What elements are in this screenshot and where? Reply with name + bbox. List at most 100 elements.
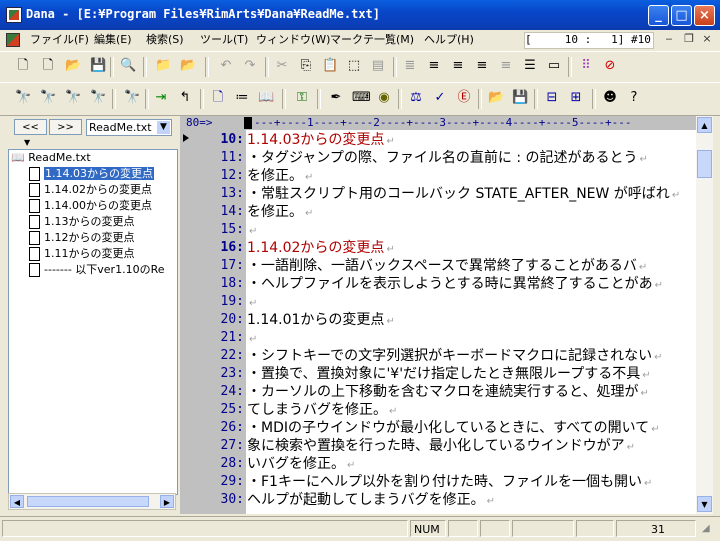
editor-line[interactable]: ↵ — [247, 293, 257, 311]
open-icon[interactable]: 📁 — [155, 58, 171, 74]
editor-line[interactable]: 1.14.03からの変更点 ↵ — [247, 131, 395, 149]
menu-window[interactable]: ウィンドウ(W) — [256, 32, 330, 48]
new-file-icon[interactable]: 🗋 — [15, 58, 31, 74]
minimize-button[interactable]: _ — [648, 5, 669, 26]
mdi-minimize-icon[interactable]: ‒ — [662, 32, 676, 46]
spell-check-icon[interactable]: ✓ — [432, 90, 448, 106]
print-preview-icon[interactable]: 🔍 — [120, 58, 136, 74]
tree-root[interactable]: 📖 ReadMe.txt — [11, 150, 91, 166]
scroll-up-icon[interactable]: ▲ — [697, 117, 712, 133]
tree-item[interactable]: 1.12からの変更点 — [29, 230, 135, 246]
chevron-down-icon[interactable]: ▼ — [157, 121, 170, 134]
align-left-icon[interactable]: ≡ — [450, 58, 466, 74]
convert-icon[interactable]: Ⓔ — [456, 90, 472, 106]
scroll-right-icon[interactable]: ▶ — [160, 495, 174, 508]
tree-item[interactable]: 1.14.00からの変更点 — [29, 198, 152, 214]
editor-line[interactable]: てしまうバグを修正。 ↵ — [247, 401, 397, 419]
save-icon[interactable]: 💾 — [90, 58, 106, 74]
menu-help[interactable]: ヘルプ(H) — [424, 32, 474, 48]
editor-line[interactable]: を修正。 ↵ — [247, 167, 313, 185]
align-center-icon[interactable]: ≡ — [426, 58, 442, 74]
grid-icon[interactable]: ⠿ — [578, 58, 594, 74]
mdi-restore-icon[interactable]: ❐ — [682, 32, 696, 46]
redo-icon[interactable]: ↷ — [242, 58, 258, 74]
cut-icon[interactable]: ✂ — [274, 58, 290, 74]
mdi-close-icon[interactable]: × — [700, 32, 714, 46]
tree-item[interactable]: 1.14.02からの変更点 — [29, 182, 152, 198]
justify-icon[interactable]: ≡ — [498, 58, 514, 74]
outline-back-button[interactable]: << — [14, 119, 47, 135]
editor-line[interactable]: ↵ — [247, 221, 257, 239]
scroll-left-icon[interactable]: ◀ — [10, 495, 24, 508]
find-replace-icon[interactable]: 🔭 — [90, 90, 106, 106]
no-icon[interactable]: ⊘ — [602, 58, 618, 74]
title-bar[interactable]: Dana - [E:¥Program Files¥RimArts¥Dana¥Re… — [0, 0, 720, 30]
tree-item[interactable]: 1.13からの変更点 — [29, 214, 135, 230]
context-help-icon[interactable]: ? — [626, 90, 642, 106]
editor-line[interactable]: ・MDIの子ウインドウが最小化しているときに、すべての開いて ↵ — [247, 419, 660, 437]
resize-grip-icon[interactable]: ◢ — [702, 523, 710, 534]
scroll-thumb[interactable] — [697, 150, 712, 178]
columns-icon[interactable]: ▭ — [546, 58, 562, 74]
align-right-icon[interactable]: ≡ — [474, 58, 490, 74]
editor-line[interactable]: ・一語削除、一語バックスペースで異常終了することがあるバ ↵ — [247, 257, 647, 275]
split-window-icon[interactable]: ⊟ — [544, 90, 560, 106]
jump-icon[interactable]: ⇥ — [153, 90, 169, 106]
tree-item[interactable]: 1.11からの変更点 — [29, 246, 135, 262]
editor-line[interactable]: いバグを修正。 ↵ — [247, 455, 355, 473]
tape-icon[interactable]: ◉ — [376, 90, 392, 106]
editor-line[interactable]: を修正。 ↵ — [247, 203, 313, 221]
indent-icon[interactable]: ≣ — [402, 58, 418, 74]
open-multiple-icon[interactable]: 📂 — [180, 58, 196, 74]
menu-mark[interactable]: マークテ一覧(M) — [330, 32, 414, 48]
find-next-icon[interactable]: 🔭 — [40, 90, 56, 106]
find-prev-icon[interactable]: 🔭 — [65, 90, 81, 106]
select-icon[interactable]: ⬚ — [346, 58, 362, 74]
mark-icon[interactable]: 🗋 — [210, 90, 226, 106]
window-list-icon[interactable]: ⊞ — [568, 90, 584, 106]
macro-icon[interactable]: ✒ — [328, 90, 344, 106]
document-icon[interactable] — [6, 33, 20, 47]
tree-item[interactable]: ------- 以下ver1.10のRe — [29, 262, 165, 278]
editor-line[interactable]: ・置換で、置換対象に'¥'だけ指定したとき無限ループする不具 ↵ — [247, 365, 651, 383]
book-icon[interactable]: 📖 — [258, 90, 274, 106]
scroll-thumb[interactable] — [27, 496, 149, 507]
menu-search[interactable]: 検索(S) — [146, 32, 184, 48]
editor-line[interactable]: ・ヘルプファイルを表示しようとする時に異常終了することがあ ↵ — [247, 275, 663, 293]
outline-tree[interactable]: 📖 ReadMe.txt 1.14.03からの変更点 1.14.02からの変更点… — [8, 149, 178, 495]
editor-line[interactable]: ・F1キーにヘルプ以外を割り付けた時、ファイルを一個も開い ↵ — [247, 473, 652, 491]
about-icon[interactable]: ☻ — [602, 90, 618, 106]
outline-forward-button[interactable]: >> — [49, 119, 82, 135]
editor-line[interactable]: ・常駐スクリプト用のコールバック STATE_AFTER_NEW が呼ばれ ↵ — [247, 185, 680, 203]
maximize-button[interactable]: □ — [671, 5, 692, 26]
outline-horizontal-scrollbar[interactable]: ◀ ▶ — [8, 493, 176, 510]
scroll-down-icon[interactable]: ▼ — [697, 496, 712, 512]
back-jump-icon[interactable]: ↰ — [177, 90, 193, 106]
editor-line[interactable]: ヘルプが起動してしまうバグを修正。 ↵ — [247, 491, 495, 509]
save-all-icon[interactable]: 💾 — [512, 90, 528, 106]
key-icon[interactable]: ⚿ — [294, 90, 310, 106]
compare-icon[interactable]: ⚖ — [408, 90, 424, 106]
box-select-icon[interactable]: ▤ — [370, 58, 386, 74]
menu-tools[interactable]: ツール(T) — [200, 32, 248, 48]
paste-icon[interactable]: 📋 — [322, 58, 338, 74]
grep-icon[interactable]: 🔭 — [124, 90, 140, 106]
editor-line[interactable]: ・タグジャンプの際、ファイル名の直前に : の記述があるとう ↵ — [247, 149, 648, 167]
file-select[interactable]: ReadMe.txt ▼ — [86, 119, 172, 136]
close-button[interactable]: × — [694, 5, 715, 26]
copy-icon[interactable]: ⎘ — [298, 58, 314, 74]
editor-line[interactable]: ・シフトキーでの文字列選択がキーボードマクロに記録されない ↵ — [247, 347, 663, 365]
find-icon[interactable]: 🔭 — [15, 90, 31, 106]
editor-line[interactable]: 1.14.02からの変更点 ↵ — [247, 239, 395, 257]
open-folder-icon[interactable]: 📂 — [65, 58, 81, 74]
editor-line[interactable]: ↵ — [247, 329, 257, 347]
editor-line[interactable]: 1.14.01からの変更点 ↵ — [247, 311, 395, 329]
editor-line[interactable]: ・カーソルの上下移動を含むマクロを連続実行すると、処理が ↵ — [247, 383, 649, 401]
tree-item[interactable]: 1.14.03からの変更点 — [29, 166, 154, 182]
menu-edit[interactable]: 編集(E) — [94, 32, 132, 48]
mark-list-icon[interactable]: ≔ — [234, 90, 250, 106]
new-window-icon[interactable]: 🗋 — [40, 58, 56, 74]
app-icon[interactable] — [6, 7, 22, 23]
editor-line[interactable]: 象に検索や置換を行った時、最小化しているウインドウがア ↵ — [247, 437, 635, 455]
undo-icon[interactable]: ↶ — [218, 58, 234, 74]
